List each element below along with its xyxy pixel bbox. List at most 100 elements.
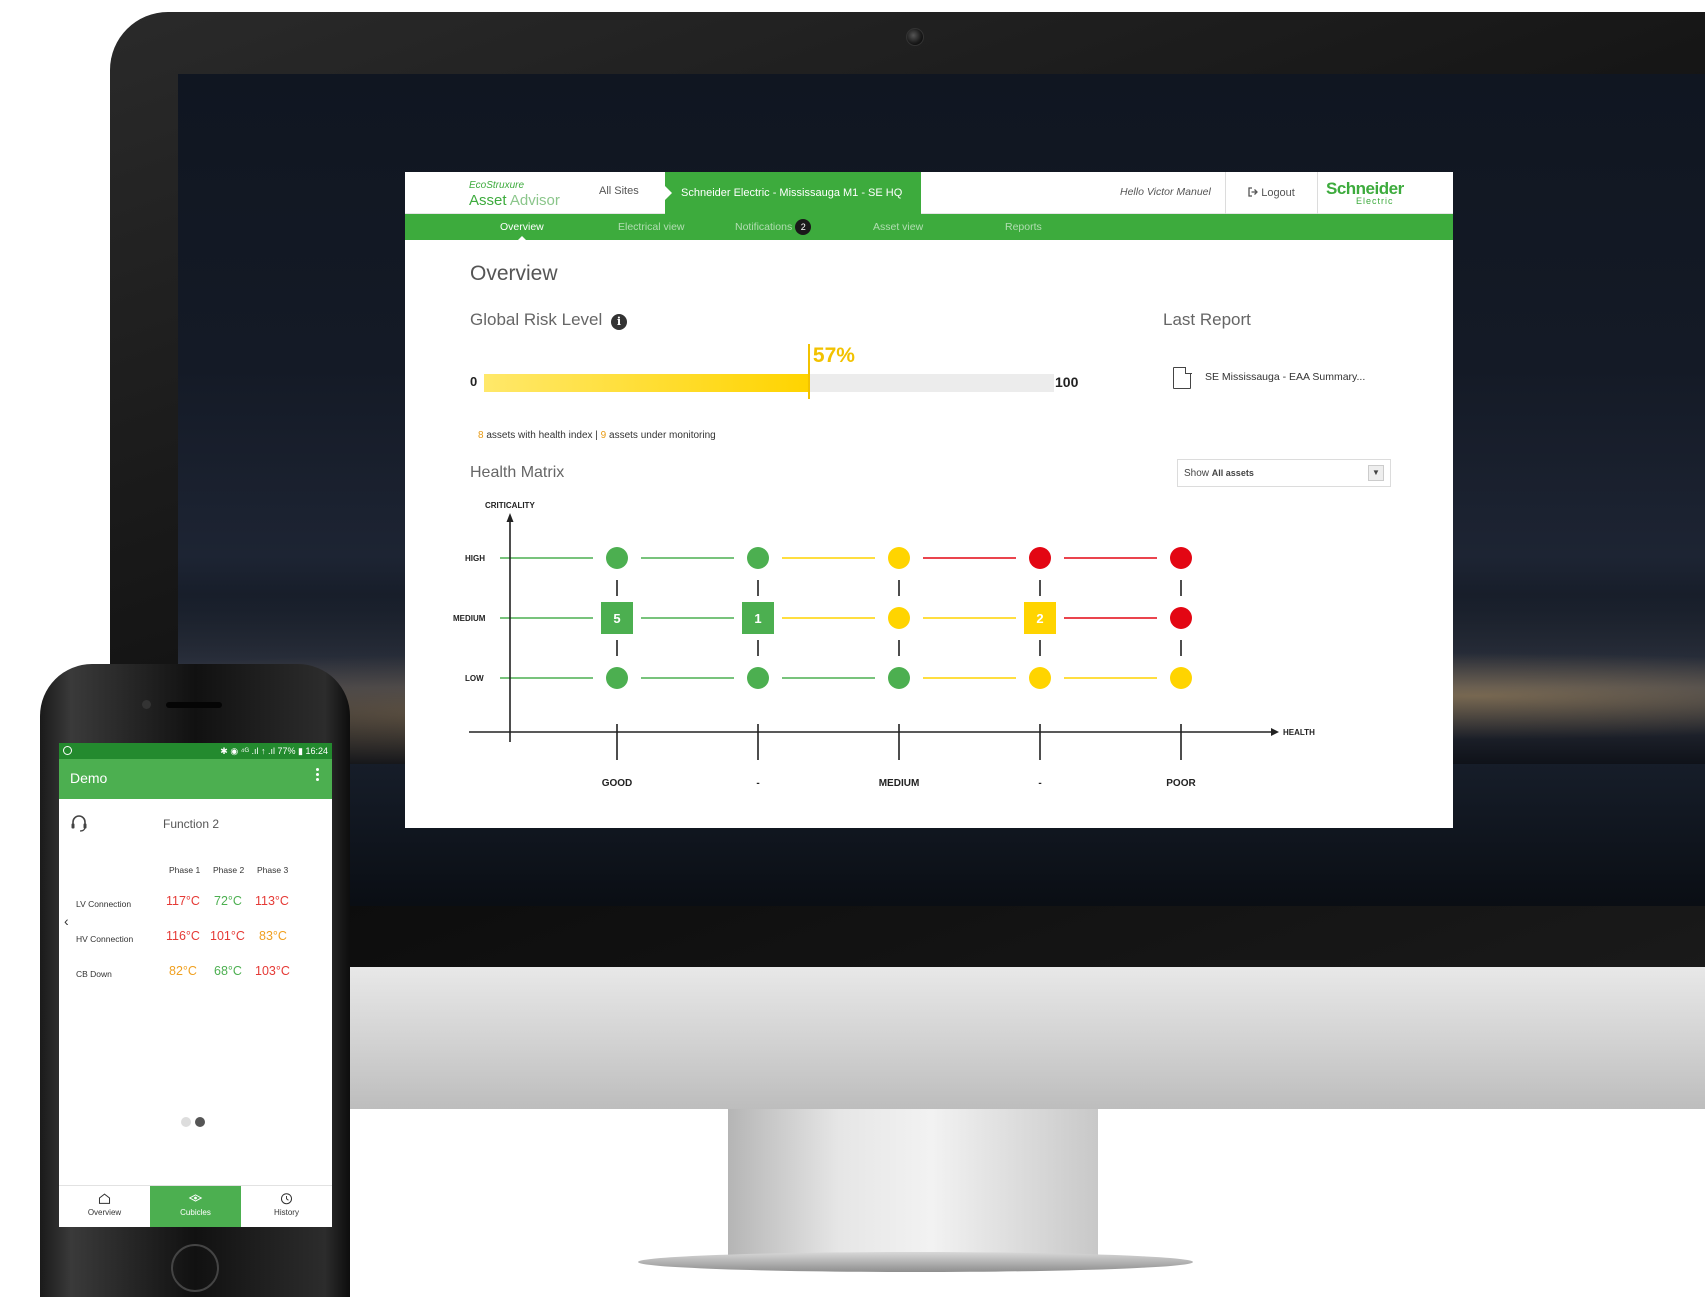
phase-header-1: Phase 1 — [169, 865, 201, 875]
matrix-cell-dot — [1170, 607, 1192, 629]
row-label-cb-down: CB Down — [76, 969, 112, 979]
cubicles-icon — [188, 1194, 203, 1202]
assets-summary: 8 assets with health index | 9 assets un… — [478, 430, 716, 441]
x-tick-label: - — [756, 778, 759, 789]
page-dot-2[interactable] — [195, 1117, 205, 1127]
gauge-min-label: 0 — [470, 374, 478, 389]
matrix-cell-dot — [606, 547, 628, 569]
tab-notifications[interactable]: Notifications 2 — [735, 214, 812, 240]
global-risk-level-heading: Global Risk Level i — [470, 310, 628, 330]
schneider-electric-logo: Schneider Electric — [1317, 172, 1453, 214]
brand-word-asset: Asset — [469, 192, 510, 209]
temp-lv-phase3: 113°C — [255, 894, 289, 908]
y-axis-title: CRITICALITY — [485, 501, 535, 510]
phase-header-3: Phase 3 — [257, 865, 289, 875]
show-filter-select[interactable]: Show All assets ▼ — [1177, 459, 1391, 487]
phone-front-camera — [142, 700, 151, 709]
show-filter-value: All assets — [1211, 468, 1254, 478]
breadcrumb-all-sites[interactable]: All Sites — [599, 185, 639, 197]
brand-line2: Asset Advisor — [469, 192, 560, 209]
matrix-cell-dot — [747, 667, 769, 689]
brand-line1: EcoStruxure — [469, 180, 525, 191]
history-icon — [280, 1193, 293, 1205]
matrix-cell-dot — [888, 607, 910, 629]
health-matrix: 5 1 2 HIGH MEDIUM LOW GOOD - MEDIUM - POOR CRITICAL… — [453, 501, 1315, 789]
matrix-cell-dot — [606, 667, 628, 689]
asset-advisor-app: EcoStruxure Asset Advisor All Sites Schn… — [405, 172, 1453, 828]
function-label: Function 2 — [163, 817, 220, 831]
x-tick-label: POOR — [1166, 778, 1196, 789]
page-title: Overview — [470, 262, 558, 285]
dropdown-arrow-icon[interactable]: ▼ — [1368, 465, 1384, 481]
temp-lv-phase1: 117°C — [166, 894, 200, 908]
temp-hv-phase3: 83°C — [259, 929, 287, 943]
matrix-cell-dot — [747, 547, 769, 569]
notifications-badge: 2 — [795, 219, 812, 235]
x-axis-title: HEALTH — [1283, 728, 1315, 737]
phone-home-button[interactable] — [171, 1244, 219, 1292]
tab-overview-label: Overview — [500, 221, 544, 233]
tab-mobile-history-label: History — [274, 1208, 299, 1217]
status-notification-icon — [63, 746, 72, 755]
tab-reports[interactable]: Reports — [1005, 214, 1042, 240]
show-filter-label: Show — [1184, 468, 1210, 479]
mobile-status-bar: ✱ ◉ ⁴ᴳ .ıl ↑ .ıl 77% ▮ 16:24 — [59, 743, 332, 759]
page-indicator — [181, 1114, 209, 1132]
tab-mobile-history[interactable]: History — [241, 1186, 332, 1227]
logout-button[interactable]: Logout — [1225, 172, 1317, 214]
status-indicators: ✱ ◉ ⁴ᴳ .ıl ↑ .ıl 77% ▮ 16:24 — [220, 746, 328, 756]
breadcrumb-current-site[interactable]: Schneider Electric - Mississauga M1 - SE… — [665, 172, 921, 214]
matrix-cell-dot — [1170, 547, 1192, 569]
x-tick-label: GOOD — [602, 778, 633, 789]
page-dot-1[interactable] — [181, 1117, 191, 1127]
tab-mobile-overview[interactable]: Overview — [59, 1186, 150, 1227]
logout-label: Logout — [1261, 187, 1295, 199]
y-tick-label: MEDIUM — [453, 614, 486, 623]
temp-cb-phase3: 103°C — [255, 964, 290, 978]
matrix-cell-dot — [1029, 547, 1051, 569]
matrix-cell-dot — [888, 667, 910, 689]
last-report-link[interactable]: SE Mississauga - EAA Summary... — [1205, 371, 1365, 383]
matrix-count-label: 5 — [613, 611, 620, 626]
tab-mobile-cubicles-label: Cubicles — [180, 1208, 211, 1217]
row-label-lv-connection: LV Connection — [76, 899, 132, 909]
headset-icon[interactable] — [70, 814, 88, 832]
assets-monitor-text: assets under monitoring — [606, 430, 716, 441]
monitor-base — [638, 1252, 1193, 1272]
matrix-cell-dot — [888, 547, 910, 569]
mobile-bottom-tabs: Overview Cubicles History — [59, 1185, 332, 1227]
tab-overview[interactable]: Overview — [500, 214, 544, 241]
risk-gauge-value: 57% — [812, 344, 855, 367]
mobile-app-title: Demo — [70, 770, 108, 786]
tab-electrical-view-label: Electrical view — [618, 221, 685, 233]
tab-electrical-view[interactable]: Electrical view — [618, 214, 685, 240]
risk-gauge-fill — [484, 374, 809, 392]
back-chevron-icon[interactable]: ‹ — [64, 913, 69, 929]
assets-health-text: assets with health index | — [483, 430, 601, 441]
y-tick-label: LOW — [465, 674, 484, 683]
app-header: EcoStruxure Asset Advisor All Sites Schn… — [405, 172, 1453, 214]
risk-gauge-marker — [807, 344, 810, 399]
y-axis-arrow — [506, 513, 514, 522]
mobile-app-screen: ✱ ◉ ⁴ᴳ .ıl ↑ .ıl 77% ▮ 16:24 Demo Functi… — [59, 743, 332, 1227]
overflow-menu-icon[interactable] — [316, 768, 320, 784]
tab-mobile-cubicles[interactable]: Cubicles — [150, 1186, 241, 1227]
main-nav: Overview Electrical view Notifications 2 … — [405, 214, 1453, 241]
tab-asset-view-label: Asset view — [873, 221, 924, 233]
row-label-hv-connection: HV Connection — [76, 934, 134, 944]
smartphone: ✱ ◉ ⁴ᴳ .ıl ↑ .ıl 77% ▮ 16:24 Demo Functi… — [40, 664, 350, 1297]
monitor-stand — [728, 1109, 1098, 1259]
tab-reports-label: Reports — [1005, 221, 1042, 233]
document-icon[interactable] — [1173, 366, 1192, 389]
tab-asset-view[interactable]: Asset view — [873, 214, 923, 240]
global-risk-level-label: Global Risk Level — [470, 310, 603, 329]
y-tick-label: HIGH — [465, 554, 485, 563]
brand-logo[interactable]: EcoStruxure Asset Advisor — [469, 180, 560, 209]
risk-gauge-track — [484, 374, 1054, 392]
matrix-count-label: 2 — [1036, 611, 1043, 626]
matrix-cell-dot — [1170, 667, 1192, 689]
temp-cb-phase2: 68°C — [214, 964, 242, 978]
temp-hv-phase2: 101°C — [210, 929, 245, 943]
info-icon[interactable]: i — [611, 314, 628, 330]
phone-speaker — [166, 702, 222, 708]
